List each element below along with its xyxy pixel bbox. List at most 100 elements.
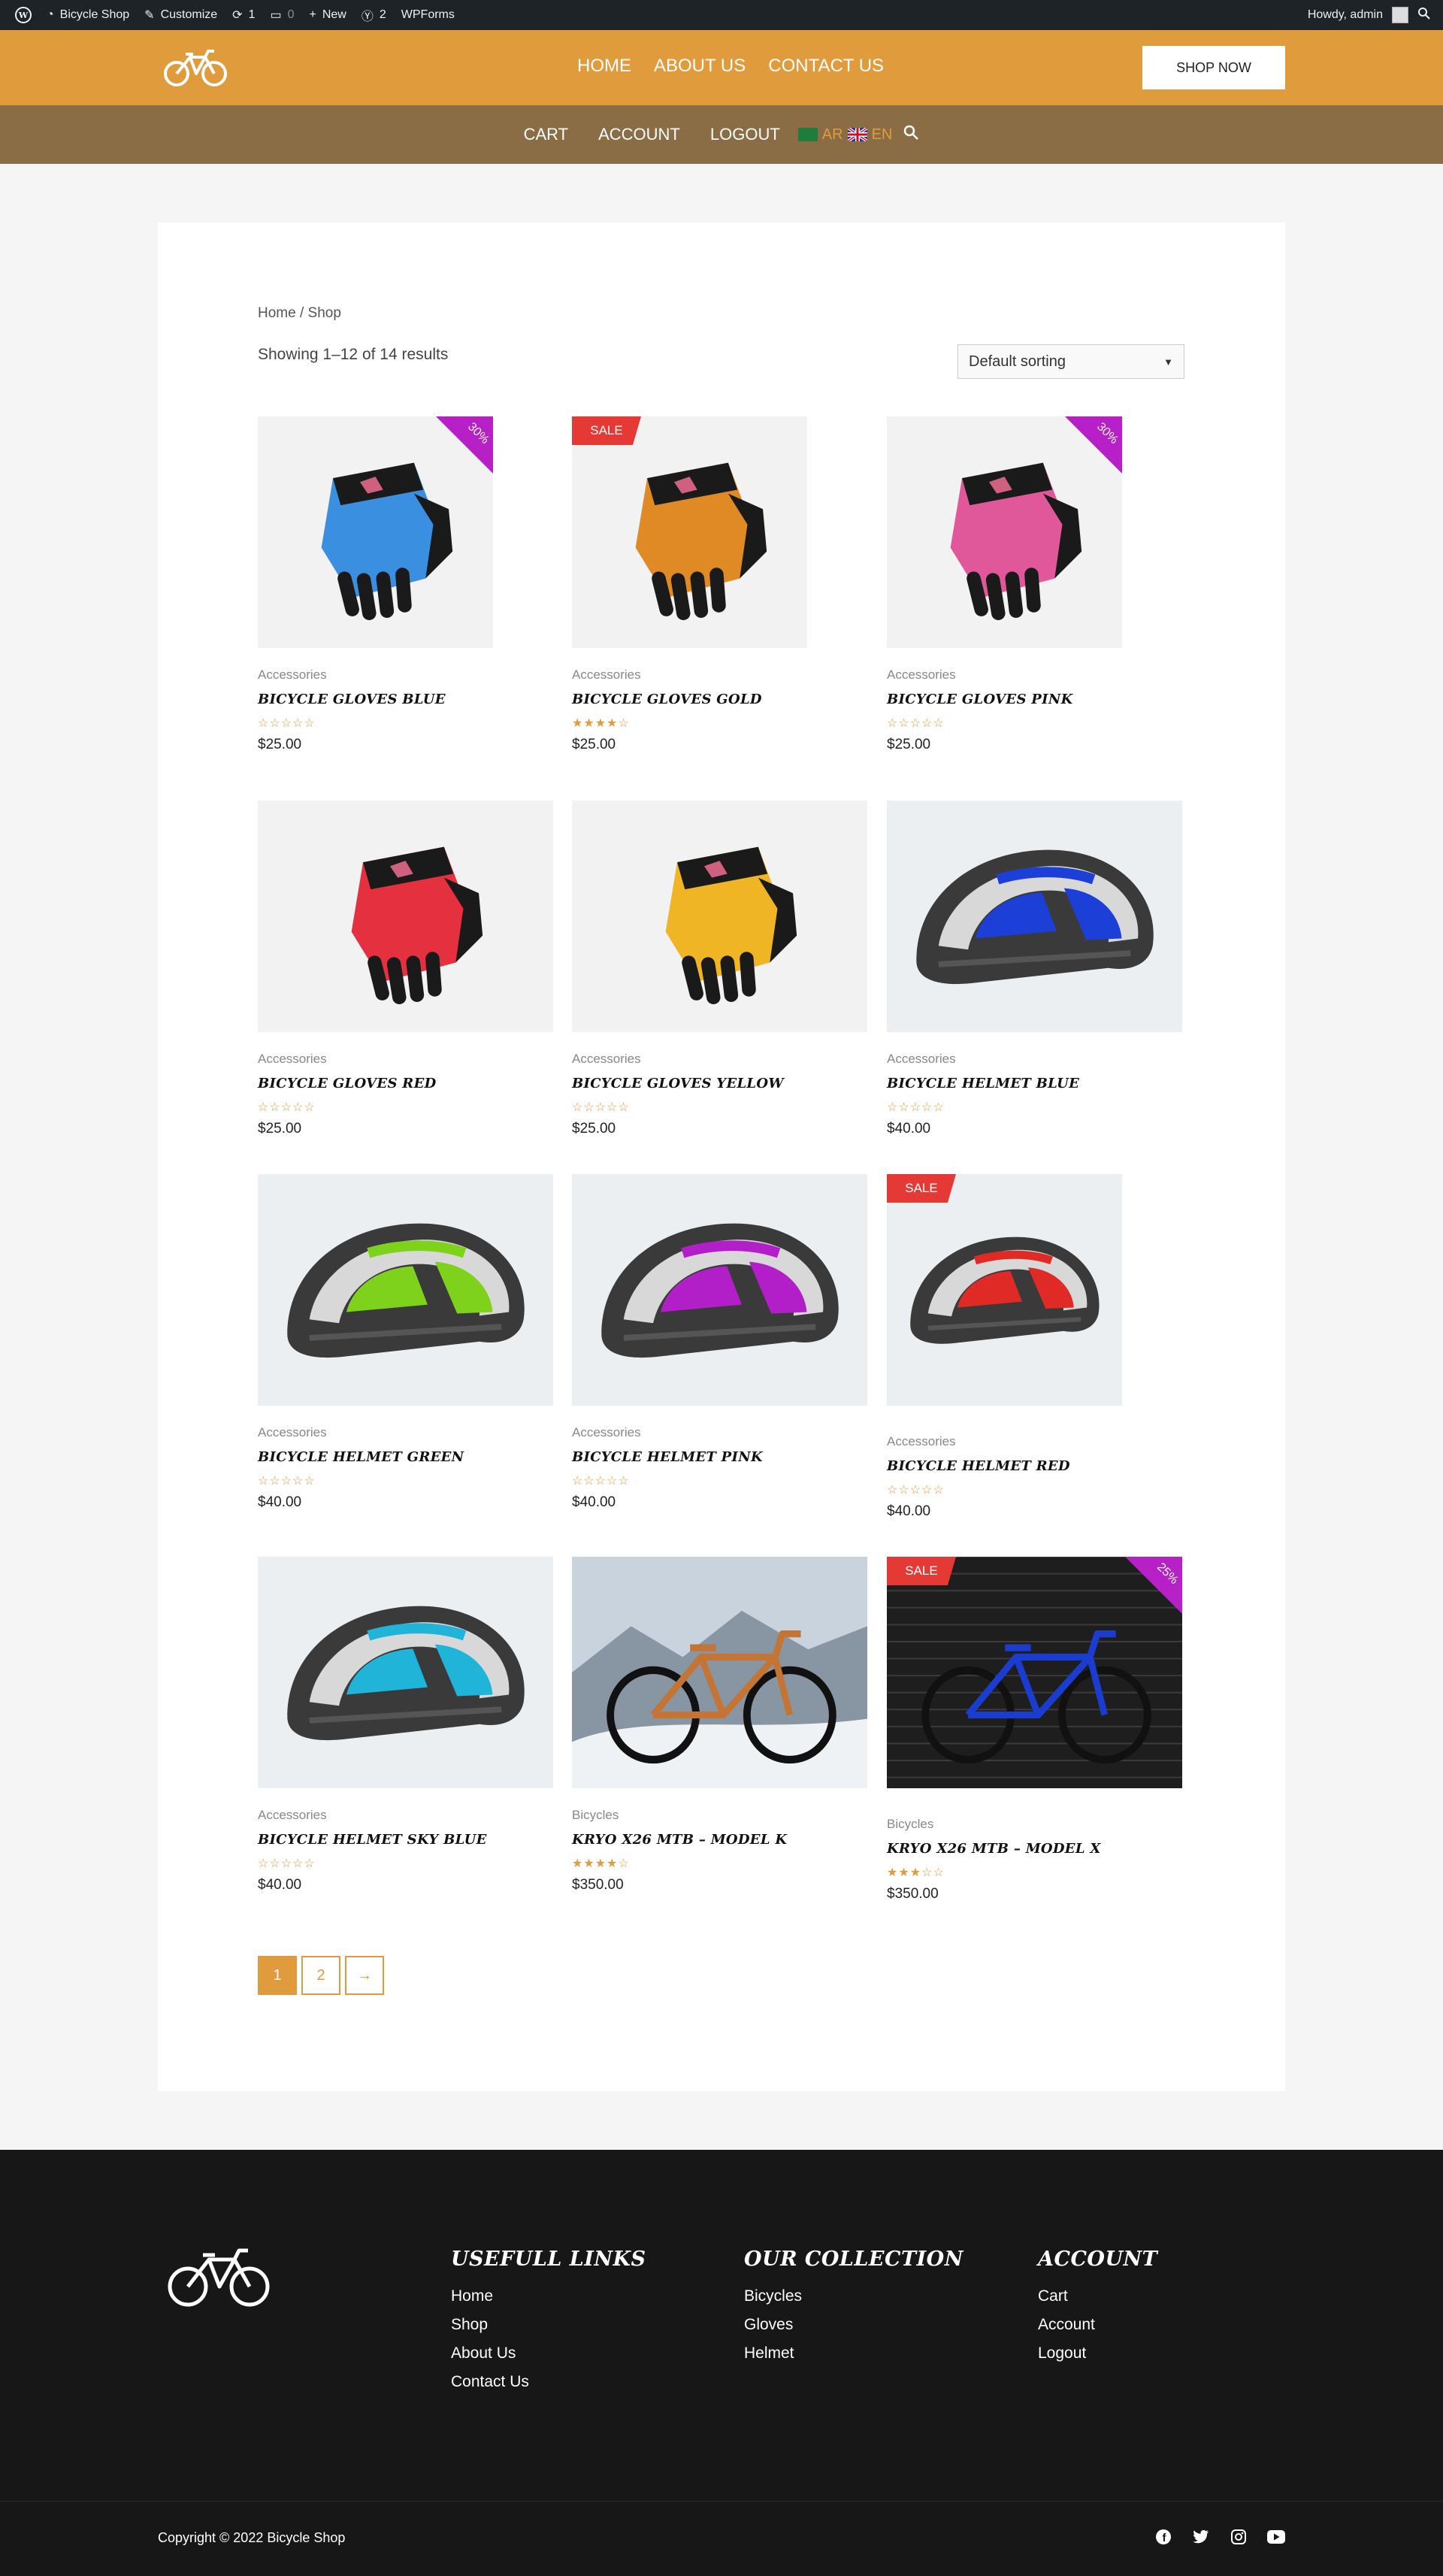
product-card[interactable]: Bicycles KRYO X26 MTB – MODEL K ★★★★☆ $3… <box>572 1557 869 1910</box>
search-icon[interactable] <box>903 124 919 145</box>
product-card[interactable]: SALE Accessories BICYCLE GLOVES GOLD ★★★… <box>572 416 869 770</box>
nav-account[interactable]: ACCOUNT <box>598 125 680 144</box>
product-category[interactable]: Accessories <box>258 1808 327 1823</box>
saudi-flag-icon[interactable] <box>797 128 818 141</box>
product-title[interactable]: BICYCLE GLOVES YELLOW <box>572 1076 784 1091</box>
admin-new-link[interactable]: + New <box>310 0 346 30</box>
avatar[interactable] <box>1392 7 1408 23</box>
admin-wpforms-link[interactable]: WPForms <box>401 0 455 30</box>
nav-cart[interactable]: CART <box>524 125 569 144</box>
product-category[interactable]: Accessories <box>572 1052 641 1067</box>
product-image[interactable]: SALE <box>887 1174 1122 1406</box>
breadcrumb[interactable]: Home / Shop <box>258 305 341 322</box>
twitter-icon[interactable] <box>1191 2527 1211 2547</box>
admin-howdy[interactable]: Howdy, admin <box>1308 8 1383 22</box>
secondary-nav: CART ACCOUNT LOGOUT AR EN <box>0 105 1443 164</box>
product-category[interactable]: Accessories <box>572 667 641 683</box>
admin-yoast-link[interactable]: Ⓨ 2 <box>362 0 386 30</box>
product-card[interactable]: SALE Accessories BICYCLE HELMET RED ☆☆☆☆… <box>887 1174 1184 1527</box>
product-category[interactable]: Bicycles <box>572 1808 619 1823</box>
sale-badge: SALE <box>572 416 641 445</box>
product-card[interactable]: Accessories BICYCLE GLOVES YELLOW ☆☆☆☆☆ … <box>572 801 869 1154</box>
lang-ar[interactable]: AR <box>822 126 843 144</box>
product-image[interactable]: SALE <box>572 416 807 648</box>
admin-updates-link[interactable]: ⟳ 1 <box>232 0 255 30</box>
lang-en[interactable]: EN <box>872 126 893 144</box>
product-image[interactable]: SALE 25% <box>887 1557 1182 1788</box>
product-category[interactable]: Bicycles <box>887 1817 933 1832</box>
footer-link-about[interactable]: About Us <box>451 2344 646 2363</box>
product-title[interactable]: BICYCLE HELMET PINK <box>572 1449 763 1465</box>
product-title[interactable]: BICYCLE GLOVES RED <box>258 1076 437 1091</box>
product-card[interactable]: Accessories BICYCLE HELMET GREEN ☆☆☆☆☆ $… <box>258 1174 555 1527</box>
uk-flag-icon[interactable] <box>846 126 868 143</box>
search-icon[interactable] <box>1417 7 1431 24</box>
product-title[interactable]: BICYCLE GLOVES GOLD <box>572 692 762 707</box>
footer-link-cart[interactable]: Cart <box>1038 2287 1157 2305</box>
next-page-arrow[interactable]: → <box>345 1956 384 1995</box>
footer-link-logout[interactable]: Logout <box>1038 2344 1157 2363</box>
product-image[interactable] <box>258 1557 553 1788</box>
footer-link-gloves[interactable]: Gloves <box>744 2316 964 2334</box>
product-title[interactable]: BICYCLE HELMET BLUE <box>887 1076 1079 1091</box>
footer-link-home[interactable]: Home <box>451 2287 646 2305</box>
footer-link-account[interactable]: Account <box>1038 2316 1157 2334</box>
footer-link-helmet[interactable]: Helmet <box>744 2344 964 2363</box>
product-title[interactable]: BICYCLE GLOVES BLUE <box>258 692 446 707</box>
product-card[interactable]: 30% Accessories BICYCLE GLOVES PINK ☆☆☆☆… <box>887 416 1184 770</box>
product-card[interactable]: Accessories BICYCLE HELMET BLUE ☆☆☆☆☆ $4… <box>887 801 1184 1154</box>
product-category[interactable]: Accessories <box>887 1434 956 1449</box>
product-card[interactable]: SALE 25% Bicycles KRYO X26 MTB – MODEL X … <box>887 1557 1184 1910</box>
footer-link-contact[interactable]: Contact Us <box>451 2373 646 2391</box>
product-price: $40.00 <box>258 1494 302 1510</box>
youtube-icon[interactable] <box>1266 2527 1286 2547</box>
product-title[interactable]: KRYO X26 MTB – MODEL X <box>887 1841 1101 1857</box>
nav-logout[interactable]: LOGOUT <box>710 125 780 144</box>
product-image[interactable] <box>572 1557 867 1788</box>
footer-link-bicycles[interactable]: Bicycles <box>744 2287 964 2305</box>
product-image[interactable]: 30% <box>887 416 1122 648</box>
product-image[interactable] <box>887 801 1182 1032</box>
product-category[interactable]: Accessories <box>572 1425 641 1440</box>
admin-site-link[interactable]: ◔ Bicycle Shop <box>47 0 129 30</box>
star-rating: ☆☆☆☆☆ <box>887 1101 945 1114</box>
product-card[interactable]: 30% Accessories BICYCLE GLOVES BLUE ☆☆☆☆… <box>258 416 555 770</box>
product-card[interactable]: Accessories BICYCLE GLOVES RED ☆☆☆☆☆ $25… <box>258 801 555 1154</box>
footer-logo[interactable] <box>164 2240 274 2315</box>
product-image[interactable] <box>258 1174 553 1406</box>
product-title[interactable]: KRYO X26 MTB – MODEL K <box>572 1832 787 1848</box>
site-logo[interactable] <box>162 45 229 90</box>
sorting-select[interactable]: Default sorting ▼ <box>957 344 1184 379</box>
product-category[interactable]: Accessories <box>887 667 956 683</box>
product-category[interactable]: Accessories <box>258 1052 327 1067</box>
product-price: $350.00 <box>887 1886 939 1902</box>
product-image[interactable] <box>572 801 867 1032</box>
product-image[interactable] <box>258 801 553 1032</box>
product-image[interactable] <box>572 1174 867 1406</box>
product-category[interactable]: Accessories <box>258 1425 327 1440</box>
product-title[interactable]: BICYCLE HELMET SKY BLUE <box>258 1832 487 1848</box>
admin-comments-link[interactable]: ▭ 0 <box>270 0 294 30</box>
nav-about-us[interactable]: ABOUT US <box>654 56 746 77</box>
footer-useful-links: USEFULL LINKS Home Shop About Us Contact… <box>451 2248 646 2402</box>
facebook-icon[interactable]: f <box>1154 2527 1173 2547</box>
footer-link-shop[interactable]: Shop <box>451 2316 646 2334</box>
nav-contact-us[interactable]: CONTACT US <box>768 56 884 77</box>
nav-home[interactable]: HOME <box>577 56 631 77</box>
product-title[interactable]: BICYCLE HELMET GREEN <box>258 1449 464 1465</box>
product-title[interactable]: BICYCLE HELMET RED <box>887 1458 1070 1474</box>
product-category[interactable]: Accessories <box>887 1052 956 1067</box>
product-title[interactable]: BICYCLE GLOVES PINK <box>887 692 1073 707</box>
main-nav: HOME ABOUT US CONTACT US <box>577 56 884 77</box>
product-category[interactable]: Accessories <box>258 667 327 683</box>
instagram-icon[interactable] <box>1229 2527 1248 2547</box>
wordpress-logo-icon[interactable]: W <box>15 0 32 30</box>
product-card[interactable]: Accessories BICYCLE HELMET SKY BLUE ☆☆☆☆… <box>258 1557 555 1910</box>
page-2[interactable]: 2 <box>301 1956 340 1995</box>
page-1[interactable]: 1 <box>258 1956 297 1995</box>
product-card[interactable]: Accessories BICYCLE HELMET PINK ☆☆☆☆☆ $4… <box>572 1174 869 1527</box>
star-rating: ☆☆☆☆☆ <box>258 1101 316 1114</box>
admin-customize-link[interactable]: ✎ Customize <box>144 0 217 30</box>
shop-now-button[interactable]: SHOP NOW <box>1142 46 1285 89</box>
product-image[interactable]: 30% <box>258 416 493 648</box>
